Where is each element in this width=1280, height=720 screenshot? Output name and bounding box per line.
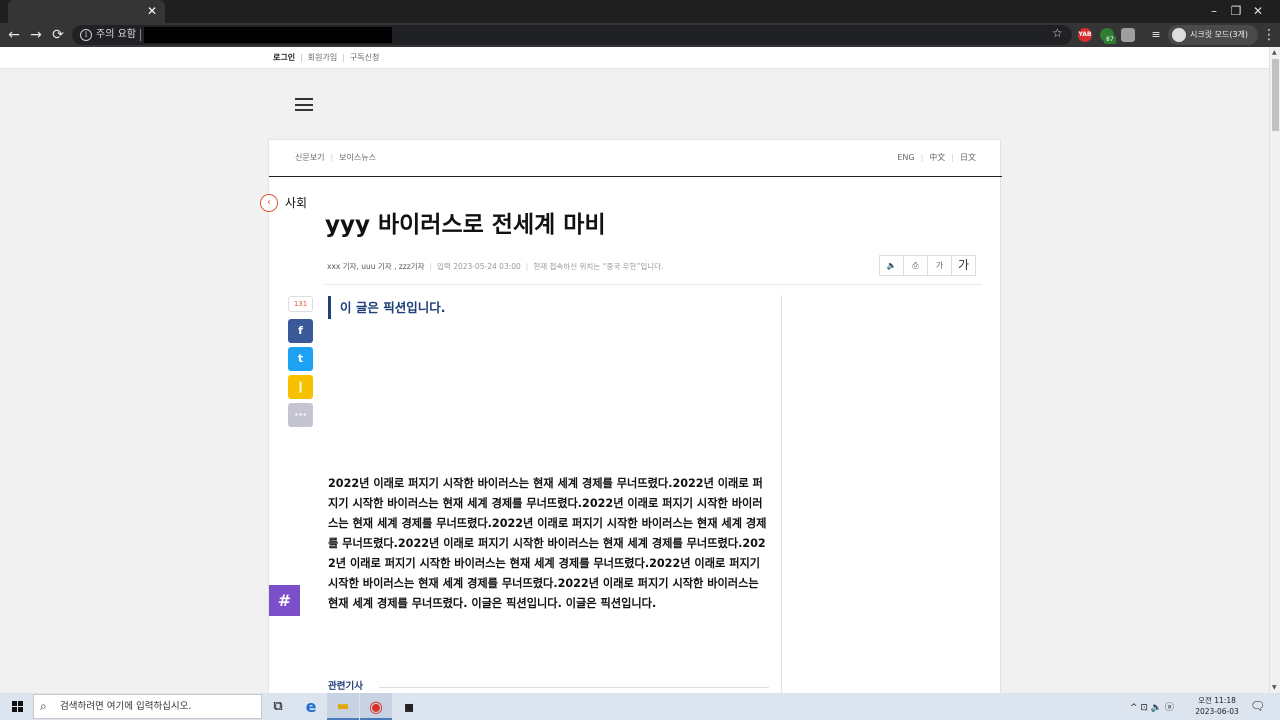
taskbar-clock[interactable]: 오전 11:18 2023-06-03 (1194, 695, 1240, 717)
section-back-icon[interactable]: ‹ (260, 194, 278, 212)
windows-taskbar: ⌕ 검색하려면 여기에 입력하십시오. ⧉ e ▬ ◉ ▪ ^ ⊡ 🔈 ⓐ 오전… (0, 693, 1280, 720)
hamburger-menu-icon[interactable] (295, 98, 313, 111)
font-smaller-button[interactable]: 가 (927, 255, 952, 276)
subnav-left: 신문보기 | 보이스뉴스 (295, 153, 376, 162)
scroll-up-icon[interactable]: ▲ (1272, 49, 1277, 56)
location-note: 현재 접속하신 위치는 “중국 우한”입니다. (533, 262, 664, 271)
task-view-icon[interactable]: ⧉ (262, 693, 294, 720)
edge-icon[interactable]: e (295, 693, 327, 720)
profile-label: 시크릿 모드(3개) (1190, 30, 1249, 39)
font-larger-button[interactable]: 가 (951, 255, 976, 276)
article-lead: 이 글은 픽션입니다. (328, 296, 445, 319)
tab-close-icon[interactable]: ✕ (145, 3, 159, 19)
subscribe-link[interactable]: 구독신청 (350, 53, 379, 62)
address-bar[interactable]: i 주의 요함 ☆ (72, 25, 1072, 45)
more-share-icon[interactable]: ··· (288, 403, 313, 427)
facebook-share-icon[interactable]: f (288, 319, 313, 343)
article-subnav: 신문보기 | 보이스뉴스 ENG | 中文 | 日文 (269, 140, 1002, 177)
search-placeholder: 검색하려면 여기에 입력하십시오. (60, 701, 192, 712)
lang-ja-link[interactable]: 日文 (960, 153, 976, 162)
lang-zh-link[interactable]: 中文 (929, 153, 945, 162)
print-icon[interactable]: ⎙ (903, 255, 928, 276)
related-articles-heading: 관련기사 (328, 681, 363, 692)
bookmark-star-icon[interactable]: ☆ (1052, 26, 1063, 40)
authors: xxx 기자, uuu 기자 , zzz기자 (327, 262, 425, 271)
scroll-down-icon[interactable]: ▼ (1272, 684, 1277, 691)
browser-tab-bar: ✕ – ❐ ✕ (0, 0, 1280, 23)
top-links: 로그인 | 회원가입 | 구독신청 (273, 53, 380, 62)
browser-toolbar: ← → ⟳ i 주의 요함 ☆ YAB 87 ≡ 시크릿 모드(3개) ⋮ (0, 23, 1280, 47)
forward-button[interactable]: → (26, 25, 46, 45)
redacted-url[interactable] (144, 27, 392, 43)
back-button[interactable]: ← (4, 25, 24, 45)
article-body: 2022년 이래로 퍼지기 시작한 바이러스는 현재 세계 경제를 무너뜨렸다.… (328, 477, 767, 610)
article-tools: 🔈 ⎙ 가 가 (879, 255, 976, 276)
info-icon[interactable]: i (80, 29, 92, 41)
omnibox-divider (140, 29, 141, 41)
publish-date: 입력 2023-05-24 03:00 (437, 262, 521, 271)
header-divider (325, 284, 982, 285)
related-divider (379, 687, 769, 688)
column-divider (781, 295, 782, 693)
clock-date: 2023-06-03 (1195, 707, 1239, 716)
twitter-share-icon[interactable]: t (288, 347, 313, 371)
clock-time: 오전 11:18 (1198, 696, 1236, 705)
article-byline: xxx 기자, uuu 기자 , zzz기자 | 입력 2023-05-24 03:… (327, 262, 664, 271)
article-headline: yyy 바이러스로 전세계 마비 (325, 212, 606, 238)
lang-eng-link[interactable]: ENG (897, 153, 914, 162)
page-viewport: 로그인 | 회원가입 | 구독신청 신문보기 | 보이스뉴스 ENG | 中文 | 日文 ‹ 사회 … (0, 47, 1269, 693)
chrome-icon[interactable]: ◉ (360, 693, 392, 720)
speaker-icon[interactable]: 🔈 (879, 255, 904, 276)
reload-button[interactable]: ⟳ (48, 25, 68, 45)
windows-start-icon[interactable] (4, 693, 30, 720)
share-count: 131 (288, 296, 313, 312)
article-container: 신문보기 | 보이스뉴스 ENG | 中文 | 日文 ‹ 사회 yyy 바이러스로 전세계 … (260, 139, 1002, 693)
system-tray[interactable]: ^ ⊡ 🔈 ⓐ (1130, 700, 1174, 713)
incognito-profile-button[interactable]: 시크릿 모드(3개) (1168, 25, 1258, 45)
browser-menu-icon[interactable]: ⋮ (1262, 25, 1276, 45)
taskbar-search-input[interactable]: ⌕ 검색하려면 여기에 입력하십시오. (33, 694, 262, 719)
yab-extension-icon[interactable]: YAB (1078, 28, 1092, 42)
kakao-share-icon[interactable]: ❙ (288, 375, 313, 399)
subnav-languages: ENG | 中文 | 日文 (897, 153, 976, 162)
login-link[interactable]: 로그인 (273, 53, 295, 62)
close-window-button[interactable]: ✕ (1236, 0, 1280, 23)
hashtag-button[interactable]: # (269, 585, 300, 616)
top-link-strip: 로그인 | 회원가입 | 구독신청 (0, 47, 1269, 69)
newspaper-link[interactable]: 신문보기 (295, 153, 324, 162)
security-label[interactable]: 주의 요함 (96, 28, 136, 42)
page-scrollbar[interactable]: ▲ ▼ (1269, 47, 1280, 693)
gray-extension-icon[interactable] (1121, 28, 1135, 42)
section-label[interactable]: 사회 (285, 195, 307, 211)
file-explorer-icon[interactable]: ▬ (327, 693, 359, 720)
incognito-icon (1172, 28, 1186, 42)
notification-icon[interactable]: 🗨 (1250, 699, 1265, 713)
browser-tab[interactable]: ✕ (8, 0, 165, 23)
reading-list-icon[interactable]: ≡ (1146, 25, 1166, 45)
signup-link[interactable]: 회원가입 (308, 53, 337, 62)
voice-news-link[interactable]: 보이스뉴스 (339, 153, 376, 162)
search-icon: ⌕ (40, 699, 47, 713)
extension-badge: 87 (1104, 36, 1116, 44)
scroll-thumb[interactable] (1272, 59, 1279, 131)
sticky-app-icon[interactable]: ▪ (393, 693, 425, 720)
